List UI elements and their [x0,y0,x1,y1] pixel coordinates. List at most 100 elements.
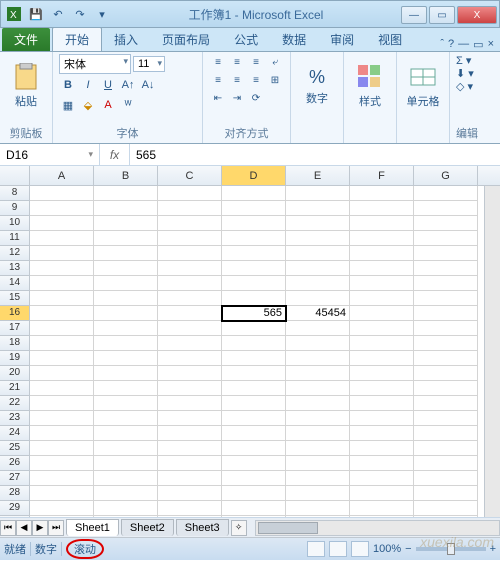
cell-G8[interactable] [414,186,478,201]
cell-F17[interactable] [350,321,414,336]
cell-G30[interactable] [414,516,478,518]
cell-D25[interactable] [222,441,286,456]
cell-C26[interactable] [158,456,222,471]
cell-F23[interactable] [350,411,414,426]
cell-B21[interactable] [94,381,158,396]
cell-E22[interactable] [286,396,350,411]
cell-D13[interactable] [222,261,286,276]
cell-E26[interactable] [286,456,350,471]
cell-E18[interactable] [286,336,350,351]
cell-B15[interactable] [94,291,158,306]
cell-B14[interactable] [94,276,158,291]
row-header[interactable]: 27 [0,471,30,486]
cell-E16[interactable]: 45454 [286,306,350,321]
tab-home[interactable]: 开始 [52,27,102,51]
cell-F16[interactable] [350,306,414,321]
row-header[interactable]: 18 [0,336,30,351]
cell-G20[interactable] [414,366,478,381]
cell-B29[interactable] [94,501,158,516]
row-header[interactable]: 21 [0,381,30,396]
formula-input[interactable] [130,144,500,165]
tab-formulas[interactable]: 公式 [222,28,270,51]
cell-D8[interactable] [222,186,286,201]
cell-G26[interactable] [414,456,478,471]
cell-E30[interactable] [286,516,350,518]
cell-A16[interactable] [30,306,94,321]
font-grow-icon[interactable]: A↑ [119,76,137,94]
cell-F15[interactable] [350,291,414,306]
cell-G29[interactable] [414,501,478,516]
align-bottom-icon[interactable]: ≡ [247,54,265,70]
cell-A10[interactable] [30,216,94,231]
cell-F25[interactable] [350,441,414,456]
cell-D15[interactable] [222,291,286,306]
cell-E14[interactable] [286,276,350,291]
row-header[interactable]: 19 [0,351,30,366]
cell-A29[interactable] [30,501,94,516]
align-top-icon[interactable]: ≡ [209,54,227,70]
cell-F18[interactable] [350,336,414,351]
cell-G27[interactable] [414,471,478,486]
row-header[interactable]: 15 [0,291,30,306]
cell-F9[interactable] [350,201,414,216]
cell-G18[interactable] [414,336,478,351]
paste-button[interactable]: 粘贴 [6,54,46,118]
cell-C9[interactable] [158,201,222,216]
cell-A15[interactable] [30,291,94,306]
cell-E15[interactable] [286,291,350,306]
tab-file[interactable]: 文件 [2,28,50,51]
orientation-icon[interactable]: ⟳ [247,90,265,106]
cell-E12[interactable] [286,246,350,261]
cell-F24[interactable] [350,426,414,441]
cell-B26[interactable] [94,456,158,471]
font-name-combo[interactable]: 宋体 [59,54,131,74]
sheet-nav-last[interactable]: ⏭ [48,520,64,536]
cell-A21[interactable] [30,381,94,396]
col-header-D[interactable]: D [222,166,286,185]
tab-layout[interactable]: 页面布局 [150,28,222,51]
cell-C21[interactable] [158,381,222,396]
row-header[interactable]: 13 [0,261,30,276]
cell-D22[interactable] [222,396,286,411]
cell-D28[interactable] [222,486,286,501]
cell-C11[interactable] [158,231,222,246]
cell-A28[interactable] [30,486,94,501]
cell-D9[interactable] [222,201,286,216]
row-header[interactable]: 30 [0,516,30,518]
cell-G13[interactable] [414,261,478,276]
border-button[interactable]: ▦ [59,96,77,114]
cell-E17[interactable] [286,321,350,336]
cell-E28[interactable] [286,486,350,501]
cell-E23[interactable] [286,411,350,426]
cell-A11[interactable] [30,231,94,246]
sheet-nav-next[interactable]: ▶ [32,520,48,536]
cell-D14[interactable] [222,276,286,291]
cell-D10[interactable] [222,216,286,231]
cell-E25[interactable] [286,441,350,456]
cell-C22[interactable] [158,396,222,411]
align-center-icon[interactable]: ≡ [228,72,246,88]
cell-G22[interactable] [414,396,478,411]
cell-C17[interactable] [158,321,222,336]
cell-B28[interactable] [94,486,158,501]
cell-A19[interactable] [30,351,94,366]
cell-C14[interactable] [158,276,222,291]
cell-G17[interactable] [414,321,478,336]
cell-F30[interactable] [350,516,414,518]
tab-review[interactable]: 审阅 [318,28,366,51]
cell-C23[interactable] [158,411,222,426]
clear-button[interactable]: ◇ ▾ [456,80,474,93]
cell-E13[interactable] [286,261,350,276]
fx-icon[interactable]: fx [100,144,130,165]
name-box[interactable]: D16 [0,144,100,165]
cell-E21[interactable] [286,381,350,396]
cell-B24[interactable] [94,426,158,441]
cell-F13[interactable] [350,261,414,276]
row-header[interactable]: 9 [0,201,30,216]
bold-button[interactable]: B [59,76,77,94]
row-header[interactable]: 14 [0,276,30,291]
cell-E8[interactable] [286,186,350,201]
cell-A22[interactable] [30,396,94,411]
new-sheet-button[interactable]: ✧ [231,520,247,536]
cell-A18[interactable] [30,336,94,351]
